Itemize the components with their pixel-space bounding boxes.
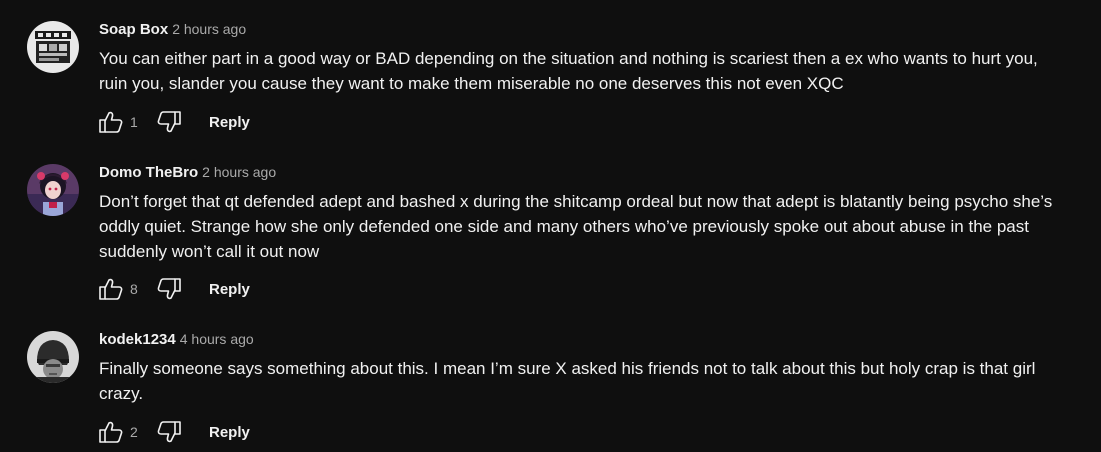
comment-header: kodek1234 4 hours ago (99, 329, 1087, 349)
like-button[interactable] (96, 274, 126, 304)
reply-button[interactable]: Reply (209, 281, 250, 298)
comment-header: Soap Box 2 hours ago (99, 19, 1087, 39)
helmet-portrait-avatar (27, 331, 79, 383)
like-button[interactable] (96, 107, 126, 137)
thumbs-down-icon (157, 111, 181, 133)
comment-text-line: crazy. (99, 384, 144, 403)
thumbs-up-icon (99, 421, 123, 443)
thumbs-down-icon (157, 421, 181, 443)
dislike-button[interactable] (154, 274, 184, 304)
dislike-button[interactable] (154, 417, 184, 447)
fake-it-logo-avatar (27, 21, 79, 73)
comment-body: kodek1234 4 hours ago Finally someone say… (99, 329, 1087, 406)
comment-actions: 2 Reply (96, 417, 250, 447)
like-button[interactable] (96, 417, 126, 447)
comment-timestamp[interactable]: 4 hours ago (180, 331, 254, 347)
comment-body: Soap Box 2 hours ago You can either part … (99, 19, 1087, 96)
comment-text: Finally someone says something about thi… (99, 356, 1087, 406)
anime-character-avatar (27, 164, 79, 216)
comment-author[interactable]: Domo TheBro (99, 164, 198, 181)
like-count: 2 (130, 424, 138, 440)
avatar[interactable] (27, 21, 79, 73)
reply-button[interactable]: Reply (209, 114, 250, 131)
comment-text: You can either part in a good way or BAD… (99, 46, 1087, 96)
comment-text-line: Don’t forget that qt defended adept and … (99, 192, 1053, 211)
like-count: 1 (130, 114, 138, 130)
comment-text-line: suddenly won’t call it out now (99, 242, 320, 261)
like-count: 8 (130, 281, 138, 297)
dislike-button[interactable] (154, 107, 184, 137)
thumbs-down-icon (157, 278, 181, 300)
avatar[interactable] (27, 164, 79, 216)
comment-text-line: ruin you, slander you cause they want to… (99, 74, 844, 93)
comment-actions: 1 Reply (96, 107, 250, 137)
comment-timestamp[interactable]: 2 hours ago (202, 164, 276, 180)
reply-button[interactable]: Reply (209, 424, 250, 441)
comment-timestamp[interactable]: 2 hours ago (172, 21, 246, 37)
comment-actions: 8 Reply (96, 274, 250, 304)
thumbs-up-icon (99, 111, 123, 133)
comment-text: Don’t forget that qt defended adept and … (99, 189, 1087, 264)
comment-author[interactable]: Soap Box (99, 21, 168, 38)
comment-body: Domo TheBro 2 hours ago Don’t forget that… (99, 162, 1087, 264)
thumbs-up-icon (99, 278, 123, 300)
comment-text-line: oddly quiet. Strange how she only defend… (99, 217, 1029, 236)
comment-text-line: You can either part in a good way or BAD… (99, 49, 1038, 68)
comment-header: Domo TheBro 2 hours ago (99, 162, 1087, 182)
comment-author[interactable]: kodek1234 (99, 331, 176, 348)
avatar[interactable] (27, 331, 79, 383)
comment-text-line: Finally someone says something about thi… (99, 359, 1036, 378)
